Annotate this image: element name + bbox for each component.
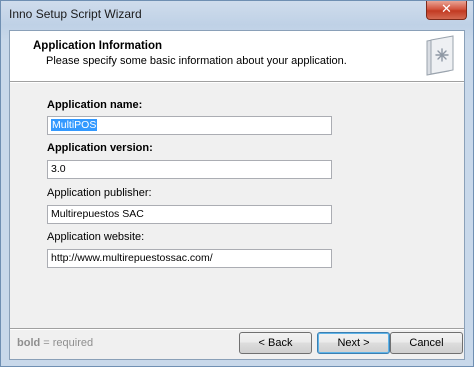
wizard-page: Application Information Please specify s…: [9, 30, 465, 360]
app-publisher-value: Multirepuestos SAC: [51, 208, 144, 220]
required-note: bold = required: [17, 337, 93, 349]
close-button[interactable]: ✕: [426, 1, 467, 20]
close-icon: ✕: [441, 2, 452, 17]
app-name-value: MultiPOS: [51, 119, 98, 131]
page-title: Application Information: [33, 40, 163, 52]
footer-separator: [10, 328, 464, 330]
app-website-label: Application website:: [47, 231, 145, 243]
required-note-bold: bold: [17, 337, 41, 349]
required-note-text: = required: [40, 337, 94, 349]
cancel-button[interactable]: Cancel: [390, 332, 463, 354]
app-version-field[interactable]: 3.0: [47, 160, 332, 179]
app-name-field[interactable]: MultiPOS: [47, 116, 332, 135]
app-name-label: Application name:: [47, 99, 143, 111]
header-separator: [10, 81, 464, 83]
window-title: Inno Setup Script Wizard: [9, 7, 142, 21]
app-website-field[interactable]: http://www.multirepuestossac.com/: [47, 249, 332, 268]
wizard-page-icon: [426, 35, 454, 76]
title-bar[interactable]: Inno Setup Script Wizard ✕: [1, 1, 473, 27]
app-version-value: 3.0: [51, 163, 66, 175]
page-subtitle: Please specify some basic information ab…: [46, 55, 347, 67]
wizard-window: Inno Setup Script Wizard ✕ Application I…: [0, 0, 474, 367]
app-version-label: Application version:: [47, 142, 153, 154]
back-button[interactable]: < Back: [239, 332, 312, 354]
app-website-value: http://www.multirepuestossac.com/: [51, 252, 213, 264]
next-button[interactable]: Next >: [317, 332, 390, 354]
app-publisher-field[interactable]: Multirepuestos SAC: [47, 205, 332, 224]
app-publisher-label: Application publisher:: [47, 187, 152, 199]
page-header: Application Information Please specify s…: [10, 31, 464, 81]
